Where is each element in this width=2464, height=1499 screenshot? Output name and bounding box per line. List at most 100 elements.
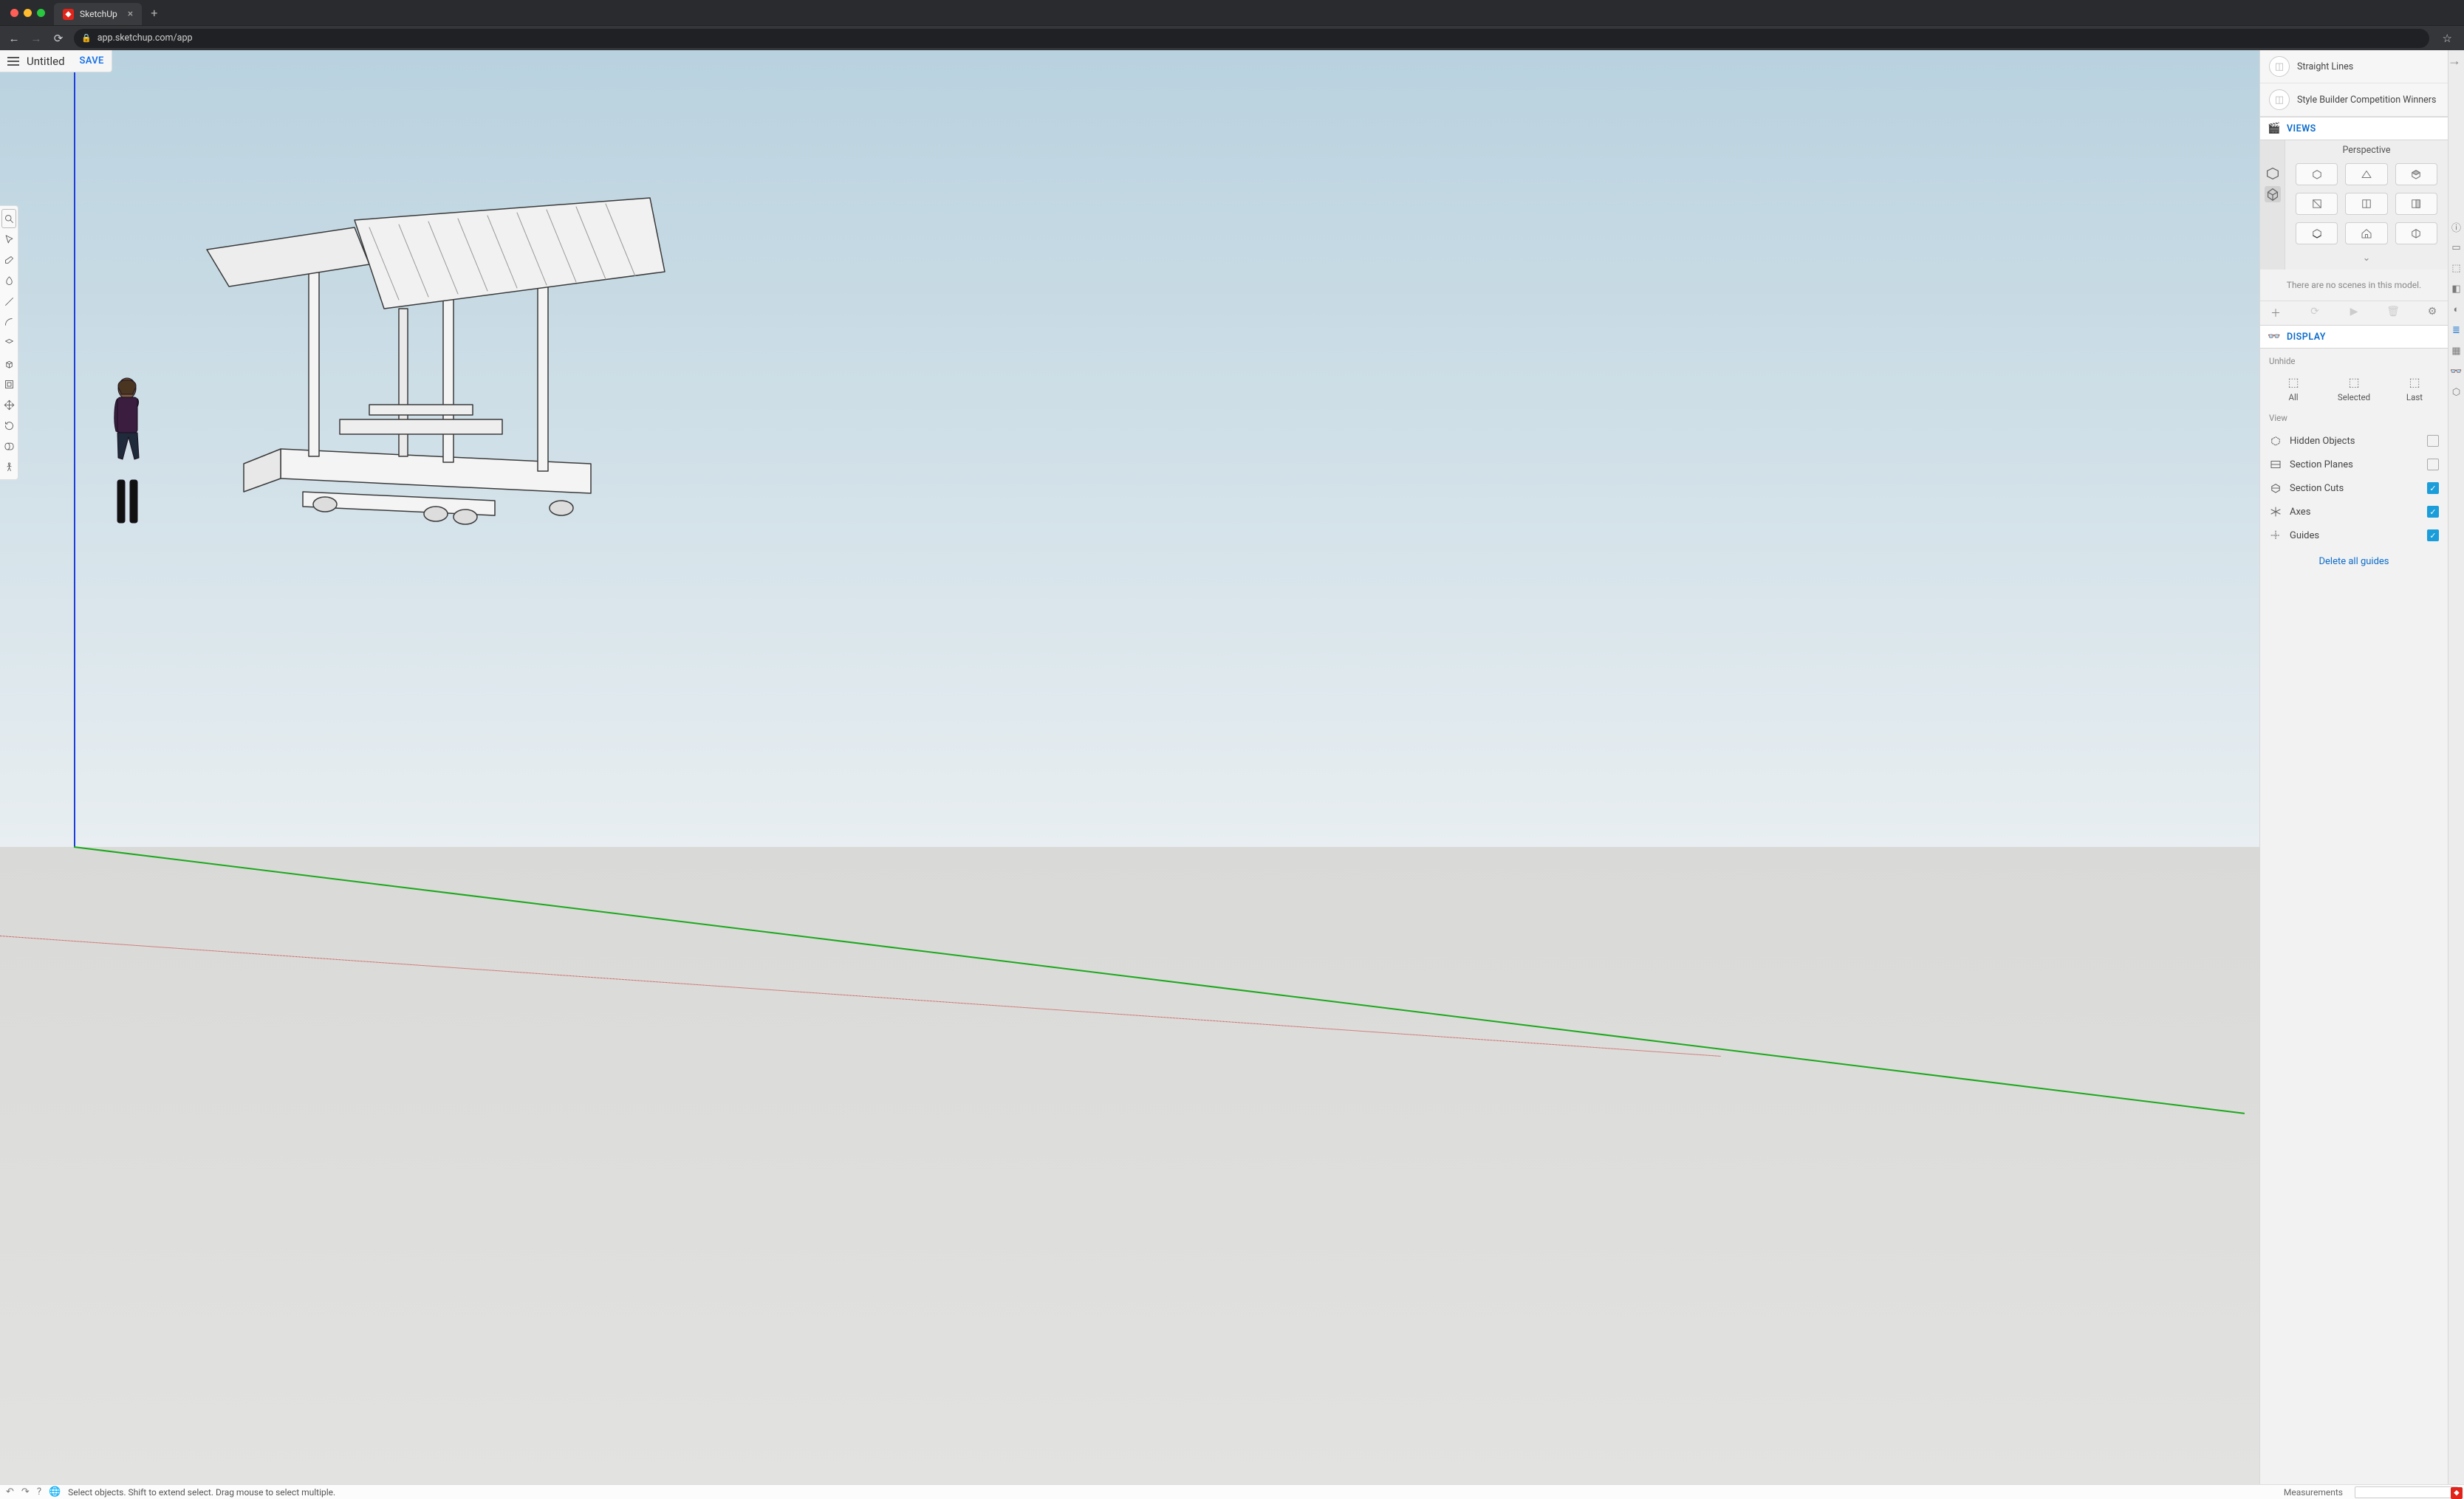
parallel-projection-icon[interactable] [2265, 165, 2281, 182]
offset-tool-icon[interactable] [1, 374, 16, 394]
opt-axes[interactable]: Axes ✓ [2260, 500, 2448, 524]
view-home-icon[interactable] [2345, 222, 2387, 244]
measurements-input[interactable] [2355, 1486, 2458, 1498]
view-iso-icon[interactable] [2296, 163, 2338, 185]
scene-settings-icon[interactable]: ⚙ [2426, 306, 2439, 320]
select-tool-icon[interactable] [1, 230, 16, 249]
unhide-all-button[interactable]: ⬚ All [2271, 375, 2316, 402]
view-bottom-icon[interactable] [2296, 222, 2338, 244]
opt-section-cuts[interactable]: Section Cuts ✓ [2260, 476, 2448, 500]
unhide-last-button[interactable]: ⬚ Last [2392, 375, 2437, 402]
window-controls[interactable] [6, 9, 49, 17]
bookmark-star-icon[interactable]: ☆ [2438, 32, 2457, 45]
unhide-label: Unhide [2260, 353, 2448, 371]
scale-figure [107, 375, 148, 530]
hidden-objects-icon [2269, 434, 2282, 447]
view-label: View [2260, 410, 2448, 428]
view-back-icon[interactable] [2345, 193, 2387, 215]
menu-button[interactable] [7, 57, 19, 66]
display-section-header[interactable]: 👓 DISPLAY [2260, 325, 2448, 349]
tape-tool-icon[interactable] [1, 436, 16, 456]
pushpull-tool-icon[interactable] [1, 354, 16, 373]
styles-icon[interactable]: ◐ [2450, 303, 2463, 316]
help-icon[interactable]: ? [37, 1486, 41, 1498]
pavilion-model [177, 139, 680, 538]
views-section-header[interactable]: 🎬 VIEWS [2260, 117, 2448, 140]
model-viewport[interactable] [0, 50, 2464, 1499]
tab-title: SketchUp [80, 9, 117, 19]
opt-section-planes[interactable]: Section Planes [2260, 453, 2448, 476]
z-axis [74, 50, 75, 847]
address-bar[interactable]: 🔒 app.sketchup.com/app [74, 29, 2429, 48]
back-button[interactable]: ← [7, 32, 21, 45]
reload-button[interactable]: ⟳ [52, 32, 65, 45]
style-item-sb-winners[interactable]: ◫ Style Builder Competition Winners [2260, 83, 2448, 117]
materials-icon[interactable]: ◧ [2450, 282, 2463, 295]
eraser-tool-icon[interactable] [1, 250, 16, 270]
layers-icon[interactable]: ≣ [2450, 323, 2463, 337]
view-top-icon[interactable] [2345, 163, 2387, 185]
softedges-icon[interactable]: ⬡ [2450, 385, 2463, 399]
style-thumb-icon: ◫ [2269, 89, 2290, 110]
no-scenes-message: There are no scenes in this model. [2260, 270, 2448, 301]
checkbox[interactable]: ✓ [2427, 529, 2439, 541]
maximize-window-icon[interactable] [37, 9, 45, 17]
delete-scene-icon[interactable]: 🗑 [2386, 306, 2400, 320]
perspective-projection-icon[interactable] [2265, 186, 2281, 202]
checkbox[interactable]: ✓ [2427, 482, 2439, 494]
views-label: VIEWS [2287, 123, 2316, 134]
expand-panel-icon[interactable]: → [2448, 53, 2461, 69]
checkbox[interactable] [2427, 435, 2439, 447]
close-window-icon[interactable] [10, 9, 18, 17]
unhide-selected-button[interactable]: ⬚ Selected [2332, 375, 2376, 402]
unhide-row: ⬚ All ⬚ Selected ⬚ Last [2260, 371, 2448, 410]
style-item-straight-lines[interactable]: ◫ Straight Lines [2260, 50, 2448, 83]
rectangle-tool-icon[interactable] [1, 333, 16, 352]
views-expand-icon[interactable]: ⌄ [2285, 250, 2448, 270]
forward-button[interactable]: → [30, 32, 43, 45]
rotate-tool-icon[interactable] [1, 416, 16, 435]
section-planes-icon [2269, 458, 2282, 471]
opt-guides[interactable]: Guides ✓ [2260, 524, 2448, 547]
tray-panel: ◫ Straight Lines ◫ Style Builder Competi… [2259, 50, 2448, 1499]
browser-chrome: ◆ SketchUp × + ← → ⟳ 🔒 app.sketchup.com/… [0, 0, 2464, 50]
delete-all-guides-link[interactable]: Delete all guides [2318, 556, 2389, 567]
line-tool-icon[interactable] [1, 292, 16, 311]
view-iso2-icon[interactable] [2395, 222, 2437, 244]
entity-info-icon[interactable]: ⓘ [2450, 220, 2463, 233]
view-left-icon[interactable] [2395, 193, 2437, 215]
display-rail-icon[interactable]: 👓 [2450, 365, 2463, 378]
y-axis [74, 846, 2245, 1114]
search-tool-icon[interactable] [1, 209, 16, 228]
view-right-icon[interactable] [2296, 193, 2338, 215]
move-tool-icon[interactable] [1, 395, 16, 414]
instructor-icon[interactable]: ▭ [2450, 241, 2463, 254]
add-scene-icon[interactable]: ＋ [2269, 306, 2282, 320]
scenes-rail-icon[interactable]: ▦ [2450, 344, 2463, 357]
new-tab-button[interactable]: + [146, 6, 162, 20]
projection-toggle [2260, 140, 2285, 270]
browser-tab[interactable]: ◆ SketchUp × [54, 3, 142, 25]
browser-toolbar: ← → ⟳ 🔒 app.sketchup.com/app ☆ [0, 25, 2464, 50]
arc-tool-icon[interactable] [1, 312, 16, 332]
display-body: Unhide ⬚ All ⬚ Selected ⬚ Last View [2260, 349, 2448, 576]
play-scene-icon[interactable]: ▶ [2347, 306, 2361, 320]
paint-tool-icon[interactable] [1, 271, 16, 290]
close-tab-icon[interactable]: × [128, 8, 133, 20]
update-scene-icon[interactable]: ⟳ [2308, 306, 2321, 320]
save-button[interactable]: SAVE [80, 55, 104, 66]
opt-hidden-objects[interactable]: Hidden Objects [2260, 429, 2448, 453]
components-icon[interactable]: ⬚ [2450, 261, 2463, 275]
view-front-icon[interactable] [2395, 163, 2437, 185]
language-icon[interactable]: 🌐 [49, 1486, 61, 1498]
axes-icon [2269, 505, 2282, 518]
sketchup-favicon-icon: ◆ [63, 9, 74, 20]
walk-tool-icon[interactable] [1, 457, 16, 476]
tab-strip: ◆ SketchUp × + [0, 0, 2464, 25]
sketchup-logo-icon[interactable]: ◆ [2451, 1487, 2463, 1499]
undo-icon[interactable]: ↶ [6, 1486, 14, 1498]
minimize-window-icon[interactable] [24, 9, 32, 17]
checkbox[interactable] [2427, 459, 2439, 470]
checkbox[interactable]: ✓ [2427, 506, 2439, 518]
redo-icon[interactable]: ↷ [21, 1486, 30, 1498]
